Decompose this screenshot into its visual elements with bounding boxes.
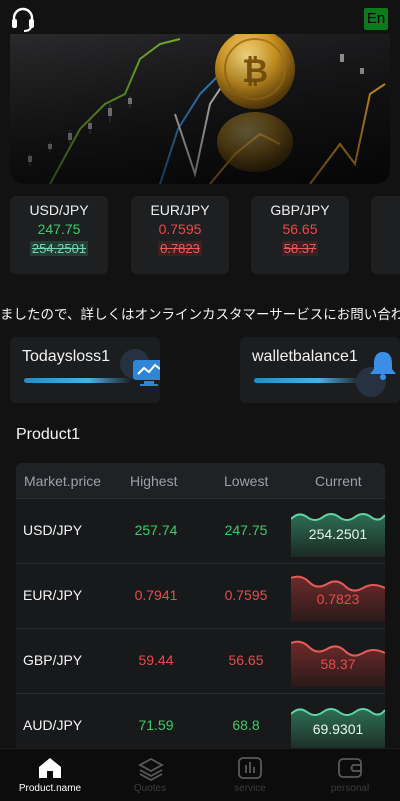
table-row[interactable]: EUR/JPY 0.7941 0.7595 0.7823 bbox=[16, 564, 385, 629]
row-highest: 59.44 bbox=[138, 652, 174, 668]
row-current-badge: 69.9301 bbox=[290, 704, 385, 752]
row-current: 254.2501 bbox=[308, 526, 368, 542]
ticker-prev-price: 254.2501 bbox=[29, 241, 89, 256]
tab-label: service bbox=[234, 783, 266, 794]
wallet-balance-bar bbox=[254, 378, 362, 383]
ticker-price: 56.65 bbox=[282, 221, 318, 237]
row-lowest: 0.7595 bbox=[224, 587, 268, 603]
todays-loss-label: Todaysloss1 bbox=[22, 348, 111, 365]
bitcoin-chart-illustration: ₿ bbox=[10, 34, 390, 184]
todays-loss-card[interactable]: Todaysloss1 bbox=[10, 337, 160, 403]
row-current: 0.7823 bbox=[316, 591, 360, 607]
table-header: Market.price Highest Lowest Current bbox=[16, 463, 385, 499]
tab-home[interactable]: Product.name bbox=[0, 749, 100, 801]
tab-service[interactable]: service bbox=[200, 749, 300, 801]
ticker-price: 247.75 bbox=[37, 221, 81, 237]
ticker-card-eurjpy[interactable]: EUR/JPY 0.7595 0.7823 bbox=[131, 196, 229, 274]
row-current: 69.9301 bbox=[312, 721, 364, 737]
section-title: Product1 bbox=[16, 426, 81, 443]
row-highest: 257.74 bbox=[134, 522, 178, 538]
table-row[interactable]: AUD/JPY 71.59 68.8 69.9301 bbox=[16, 694, 385, 753]
row-lowest: 247.75 bbox=[224, 522, 268, 538]
ticker-prev-price: 58.37 bbox=[281, 241, 319, 256]
bell-icon bbox=[370, 352, 396, 380]
table-row[interactable]: GBP/JPY 59.44 56.65 58.37 bbox=[16, 629, 385, 694]
ticker-prev-price: 0.7823 bbox=[158, 241, 202, 256]
row-symbol: EUR/JPY bbox=[23, 587, 83, 603]
row-lowest: 56.65 bbox=[228, 652, 264, 668]
row-current-badge: 0.7823 bbox=[290, 574, 385, 622]
row-symbol: GBP/JPY bbox=[23, 652, 83, 668]
row-highest: 0.7941 bbox=[134, 587, 178, 603]
column-header-lowest: Lowest bbox=[224, 473, 269, 489]
ticker-card-usdjpy[interactable]: USD/JPY 247.75 254.2501 bbox=[10, 196, 108, 274]
row-lowest: 68.8 bbox=[232, 717, 260, 733]
monitor-chart-icon bbox=[133, 360, 160, 386]
customer-support-button[interactable] bbox=[10, 6, 36, 34]
row-current-badge: 58.37 bbox=[290, 639, 385, 687]
tab-quotes[interactable]: Quotes bbox=[100, 749, 200, 801]
column-header-current: Current bbox=[315, 473, 362, 489]
ticker-symbol: USD/JPY bbox=[29, 202, 89, 218]
tab-personal[interactable]: personal bbox=[300, 749, 400, 801]
wallet-balance-label: walletbalance1 bbox=[252, 348, 358, 365]
tab-label: Product.name bbox=[18, 783, 82, 794]
row-current-badge: 254.2501 bbox=[290, 509, 385, 557]
ticker-symbol: EUR/JPY bbox=[150, 202, 210, 218]
notice-text: ましたので、詳しくはオンラインカスタマーサービスにお問い合わ bbox=[0, 307, 400, 322]
wallet-balance-card[interactable]: walletbalance1 bbox=[240, 337, 400, 403]
home-icon bbox=[39, 758, 61, 778]
headset-icon bbox=[12, 7, 34, 32]
todays-loss-bar bbox=[24, 378, 132, 383]
row-symbol: AUD/JPY bbox=[23, 717, 83, 733]
market-table: Market.price Highest Lowest Current USD/… bbox=[16, 463, 385, 753]
chart-box-icon bbox=[238, 757, 262, 779]
ticker-card-gbpjpy[interactable]: GBP/JPY 56.65 58.37 bbox=[251, 196, 349, 274]
column-header-highest: Highest bbox=[130, 473, 178, 489]
ticker-card-partial[interactable] bbox=[371, 196, 400, 274]
ticker-price: 0.7595 bbox=[158, 221, 202, 237]
column-header-market: Market.price bbox=[24, 473, 102, 489]
tab-label: personal bbox=[330, 783, 370, 794]
bottom-tab-bar: Product.name Quotes service personal bbox=[0, 748, 400, 801]
language-switch-button[interactable]: En bbox=[364, 8, 388, 30]
row-symbol: USD/JPY bbox=[23, 522, 83, 538]
row-current: 58.37 bbox=[320, 656, 356, 672]
layers-icon bbox=[138, 757, 164, 781]
tab-label: Quotes bbox=[133, 783, 167, 794]
wallet-icon bbox=[338, 758, 362, 778]
row-highest: 71.59 bbox=[138, 717, 174, 733]
table-row[interactable]: USD/JPY 257.74 247.75 254.2501 bbox=[16, 499, 385, 564]
banner-image: ₿ bbox=[10, 34, 390, 184]
notice-marquee: ましたので、詳しくはオンラインカスタマーサービスにお問い合わ bbox=[0, 304, 400, 326]
ticker-symbol: GBP/JPY bbox=[270, 202, 330, 218]
